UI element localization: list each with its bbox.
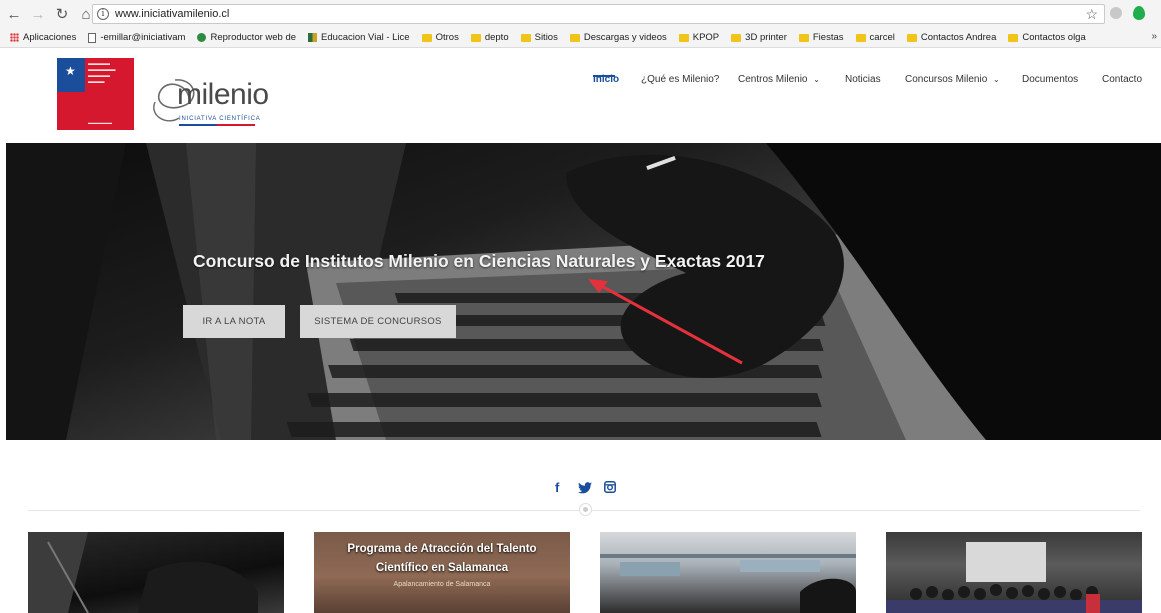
bookmark-folder-kpop[interactable]: KPOP — [678, 32, 719, 43]
back-arrow-icon[interactable]: ← — [4, 4, 24, 24]
folder-icon — [470, 33, 481, 42]
hero-title: Concurso de Institutos Milenio en Cienci… — [193, 251, 765, 271]
divider-ornament-icon — [579, 503, 592, 516]
nav-documentos[interactable]: Documentos — [1022, 74, 1078, 85]
nav-centros-milenio-label: Centros Milenio — [738, 74, 808, 85]
browser-toolbar: ← → ↻ ⌂ i www.iniciativamilenio.cl ☆ — [0, 0, 1161, 28]
news-card-image — [600, 554, 856, 613]
bookmark-folder-depto[interactable]: depto — [470, 32, 509, 43]
milenio-wordmark: milenio — [177, 78, 269, 111]
apps-icon — [10, 33, 19, 42]
hero-background-image — [6, 143, 1161, 440]
nav-inicio[interactable]: Inicio — [593, 74, 619, 85]
social-links: f — [0, 480, 1161, 496]
milenio-logo[interactable]: milenio INICIATIVA CIENTÍFICA — [145, 72, 269, 132]
news-card-1[interactable] — [28, 532, 284, 613]
folder-icon — [798, 33, 809, 42]
bookmarks-bar: Aplicaciones -emillar@iniciativam Reprod… — [0, 28, 1161, 48]
nav-noticias[interactable]: Noticias — [845, 74, 881, 85]
folder-icon — [731, 33, 742, 42]
bookmark-folder-contactos-andrea[interactable]: Contactos Andrea — [906, 32, 996, 43]
url-text[interactable]: www.iniciativamilenio.cl — [115, 8, 229, 20]
government-logo[interactable]: ★ ▬▬▬▬ ▬▬▬▬▬ ▬▬▬▬ ▬▬▬ ▬▬▬▬▬▬ — [57, 58, 134, 130]
bookmark-apps[interactable]: Aplicaciones — [10, 32, 76, 43]
site-icon — [308, 33, 318, 42]
chevron-down-icon: ⌄ — [993, 75, 1000, 84]
nav-contacto[interactable]: Contacto — [1102, 74, 1142, 85]
nav-que-es-milenio[interactable]: ¿Qué es Milenio? — [641, 74, 719, 85]
tricolor-line — [179, 124, 255, 126]
star-icon: ★ — [65, 64, 76, 78]
site-header: ★ ▬▬▬▬ ▬▬▬▬▬ ▬▬▬▬ ▬▬▬ ▬▬▬▬▬▬ milenio INICIA… — [0, 48, 1161, 143]
folder-icon — [520, 33, 531, 42]
address-bar[interactable]: i www.iniciativamilenio.cl ☆ — [92, 4, 1105, 24]
info-icon[interactable]: i — [97, 8, 109, 20]
folder-icon — [421, 33, 432, 42]
bookmark-educacion-vial[interactable]: Educacion Vial - Lice — [308, 32, 410, 43]
nav-concursos-milenio-label: Concursos Milenio — [905, 74, 988, 85]
bookmark-folder-3d-printer[interactable]: 3D printer — [731, 32, 787, 43]
folder-icon — [855, 33, 866, 42]
reload-icon[interactable]: ↻ — [52, 4, 72, 24]
bookmark-email[interactable]: -emillar@iniciativam — [88, 32, 185, 43]
bookmark-folder-carcel[interactable]: carcel — [855, 32, 895, 43]
forward-arrow-icon[interactable]: → — [28, 4, 48, 24]
nav-centros-milenio[interactable]: Centros Milenio ⌄ — [738, 74, 820, 85]
news-card-image — [886, 542, 1142, 613]
bookmark-folder-sitios[interactable]: Sitios — [520, 32, 558, 43]
evernote-extension-icon[interactable] — [1133, 6, 1145, 20]
extension-icon[interactable] — [1110, 7, 1122, 19]
news-card-4[interactable] — [886, 532, 1142, 613]
page-icon — [88, 32, 97, 43]
news-card-image — [28, 532, 258, 613]
instagram-icon[interactable] — [604, 481, 616, 493]
ministry-text: ▬▬▬▬ ▬▬▬▬▬ ▬▬▬▬ ▬▬▬ — [88, 61, 116, 85]
folder-icon — [1008, 33, 1019, 42]
sistema-de-concursos-button[interactable]: SISTEMA DE CONCURSOS — [300, 305, 456, 338]
bookmark-reproductor[interactable]: Reproductor web de — [197, 32, 296, 43]
bookmark-folder-contactos-olga[interactable]: Contactos olga — [1008, 32, 1086, 43]
bookmark-folder-descargas[interactable]: Descargas y videos — [569, 32, 667, 43]
facebook-icon[interactable]: f — [555, 480, 559, 495]
milenio-tagline: INICIATIVA CIENTÍFICA — [179, 116, 261, 122]
ir-a-la-nota-button[interactable]: IR A LA NOTA — [183, 305, 285, 338]
government-text: ▬▬▬▬▬▬ — [88, 120, 112, 125]
hero-slider: Concurso de Institutos Milenio en Cienci… — [6, 143, 1161, 440]
chevron-down-icon: ⌄ — [813, 75, 820, 84]
nav-concursos-milenio[interactable]: Concursos Milenio ⌄ — [905, 74, 1000, 85]
folder-icon — [906, 33, 917, 42]
news-card-subtitle: Apalancamiento de Salamanca — [393, 581, 491, 588]
bookmark-folder-otros[interactable]: Otros — [421, 32, 459, 43]
twitter-icon[interactable] — [578, 482, 592, 494]
folder-icon — [569, 33, 580, 42]
folder-icon — [678, 33, 689, 42]
bookmark-folder-fiestas[interactable]: Fiestas — [798, 32, 844, 43]
bookmark-star-icon[interactable]: ☆ — [1085, 6, 1098, 23]
news-card-2[interactable]: Programa de Atracción del Talento Cientí… — [314, 532, 570, 613]
news-card-3[interactable] — [600, 532, 856, 613]
bookmarks-overflow-icon[interactable]: » — [1151, 31, 1157, 42]
player-icon — [197, 33, 207, 42]
news-card-title: Programa de Atracción del Talento Cientí… — [347, 543, 537, 574]
